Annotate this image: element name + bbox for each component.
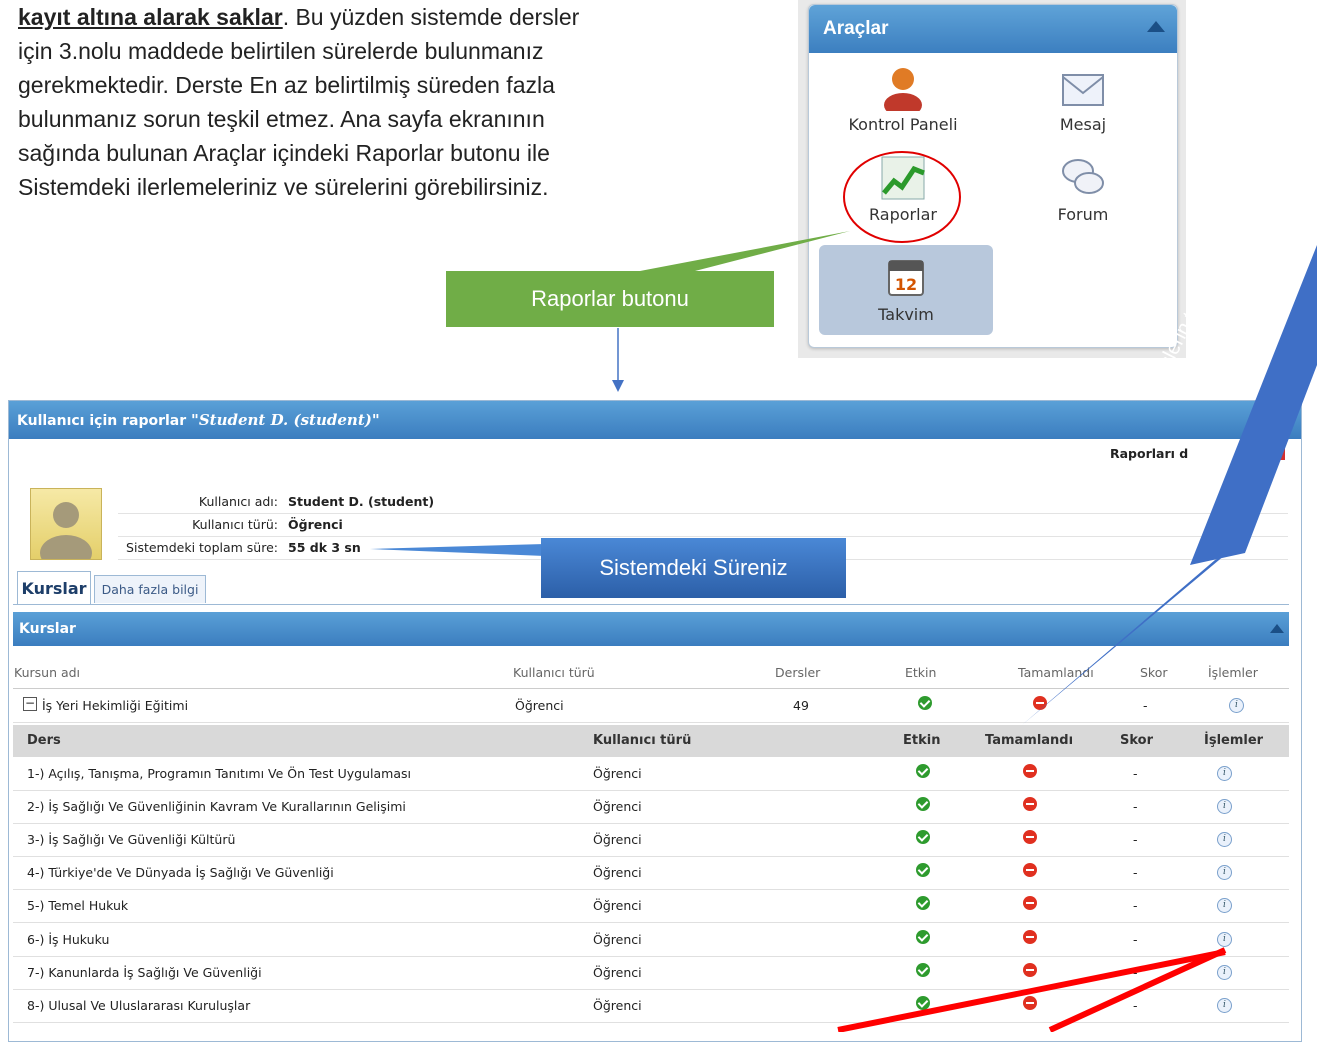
lesson-name: 1-) Açılış, Tanışma, Programın Tanıtımı … — [27, 766, 411, 781]
active-check-icon — [916, 896, 930, 911]
col-course-lessons[interactable]: Dersler — [775, 665, 820, 680]
document-paragraph: kayıt altına alarak saklar. Bu yüzden si… — [18, 0, 758, 204]
doc-line-1: kayıt altına alarak saklar. Bu yüzden si… — [18, 0, 758, 34]
active-check-icon — [916, 863, 930, 878]
col-lesson-active[interactable]: Etkin — [903, 733, 940, 748]
course-name: İş Yeri Hekimliği Eğitimi — [42, 698, 189, 713]
araclar-title: Araçlar — [823, 18, 889, 39]
tool-forum[interactable]: Forum — [1003, 155, 1163, 224]
doc-line-4: bulunmanız sorun teşkil etmez. Ana sayfa… — [18, 106, 545, 132]
collapse-icon[interactable] — [1147, 21, 1165, 32]
lesson-row: 2-) İş Sağlığı Ve Güvenliğinin Kavram Ve… — [13, 790, 1289, 825]
lesson-name: 7-) Kanunlarda İş Sağlığı Ve Güvenliği — [27, 964, 262, 980]
expand-toggle-icon[interactable]: − — [23, 697, 37, 711]
doc-line-5: sağında bulunan Araçlar içindeki Raporla… — [18, 140, 550, 166]
calendar-icon: 12 — [883, 255, 929, 301]
not-completed-icon — [1023, 896, 1037, 911]
user-icon — [880, 65, 926, 117]
doc-line-1-rest: . Bu yüzden sistemde dersler — [282, 4, 580, 30]
col-course-active[interactable]: Etkin — [905, 665, 936, 680]
lesson-row: 4-) Türkiye'de Ve Dünyada İş Sağlığı Ve … — [13, 856, 1289, 891]
not-completed-icon — [1023, 830, 1037, 845]
callout-diag-shape — [1022, 245, 1317, 725]
col-lesson-type[interactable]: Kullanıcı türü — [593, 733, 691, 748]
lesson-name: 4-) Türkiye'de Ve Dünyada İş Sağlığı Ve … — [27, 865, 334, 881]
col-lesson-name[interactable]: Ders — [27, 733, 61, 748]
total-time-value: 55 dk 3 sn — [288, 540, 361, 555]
col-course-name[interactable]: Kursun adı — [14, 665, 80, 680]
info-icon[interactable]: i — [1217, 766, 1232, 781]
callout-sistemdeki-sureniz: Sistemdeki Süreniz — [541, 538, 846, 598]
not-completed-icon — [1023, 797, 1037, 812]
lesson-row: 1-) Açılış, Tanışma, Programın Tanıtımı … — [13, 757, 1289, 791]
lesson-score: - — [1133, 865, 1138, 881]
username-label: Kullanıcı adı: — [198, 494, 278, 509]
reports-user: "Student D. (student)" — [191, 411, 380, 429]
lesson-type: Öğrenci — [593, 865, 642, 881]
lesson-name: 6-) İş Hukuku — [27, 931, 110, 947]
doc-line-3: gerekmektedir. Derste En az belirtilmiş … — [18, 72, 555, 98]
calendar-day: 12 — [895, 275, 917, 294]
active-check-icon — [916, 797, 930, 812]
lesson-score: - — [1133, 799, 1138, 815]
tab-kurslar[interactable]: Kurslar — [17, 571, 91, 605]
araclar-header: Araçlar — [809, 5, 1177, 53]
lesson-score: - — [1133, 832, 1138, 848]
tool-mesaj-label: Mesaj — [1059, 115, 1107, 134]
tool-takvim-label: Takvim — [878, 305, 934, 324]
lesson-row: 3-) İş Sağlığı Ve Güvenliği Kültürü Öğren… — [13, 823, 1289, 858]
active-check-icon — [918, 696, 932, 710]
info-icon[interactable]: i — [1217, 865, 1232, 881]
lesson-name: 5-) Temel Hukuk — [27, 898, 129, 914]
doc-line-2: için 3.nolu maddede belirtilen sürelerde… — [18, 38, 544, 64]
col-lesson-completed[interactable]: Tamamlandı — [985, 733, 1073, 748]
kurslar-title: Kurslar — [19, 621, 76, 637]
avatar — [30, 488, 102, 571]
tool-kontrol-label: Kontrol Paneli — [848, 115, 958, 134]
tab-daha-fazla-bilgi[interactable]: Daha fazla bilgi — [94, 575, 206, 603]
lesson-type: Öğrenci — [593, 997, 642, 1013]
lesson-name: 2-) İş Sağlığı Ve Güvenliğinin Kavram Ve… — [27, 799, 406, 815]
not-completed-icon — [1023, 764, 1037, 778]
lesson-type: Öğrenci — [593, 931, 642, 947]
info-icon[interactable]: i — [1217, 832, 1232, 848]
lesson-type: Öğrenci — [593, 766, 642, 781]
callout-pointer — [640, 231, 850, 271]
lesson-type: Öğrenci — [593, 799, 642, 815]
lesson-name: 8-) Ulusal Ve Uluslararası Kuruluşlar — [27, 997, 251, 1013]
username-value: Student D. (student) — [288, 494, 435, 509]
tool-mesaj[interactable]: Mesaj — [1003, 65, 1163, 134]
usertype-label: Kullanıcı türü: — [192, 517, 278, 532]
doc-line-6: Sistemdeki ilerlemeleriniz ve sürelerini… — [18, 174, 549, 200]
callout-sure-pointer — [370, 544, 545, 556]
col-course-type[interactable]: Kullanıcı türü — [513, 665, 595, 680]
lesson-score: - — [1133, 898, 1138, 914]
col-lesson-actions: İşlemler — [1204, 733, 1264, 748]
lesson-type: Öğrenci — [593, 964, 642, 980]
callout-raporlar-butonu: Raporlar butonu — [446, 271, 774, 327]
chat-bubbles-icon — [1060, 155, 1106, 201]
tool-forum-label: Forum — [1057, 205, 1109, 224]
lesson-name: 3-) İş Sağlığı Ve Güvenliği Kültürü — [27, 832, 236, 848]
not-completed-icon — [1023, 863, 1037, 878]
course-lessons: 49 — [793, 698, 809, 713]
reports-title: Kullanıcı için raporlar — [17, 413, 187, 429]
lesson-row: 5-) Temel Hukuk Öğrenci - i — [13, 889, 1289, 924]
active-check-icon — [916, 764, 930, 778]
red-arrows — [837, 947, 1227, 1032]
lesson-type: Öğrenci — [593, 832, 642, 848]
envelope-icon — [1060, 65, 1106, 111]
doc-bold-phrase: kayıt altına alarak saklar — [18, 4, 283, 30]
lesson-score: - — [1133, 766, 1138, 781]
info-icon[interactable]: i — [1217, 898, 1232, 914]
info-icon[interactable]: i — [1217, 799, 1232, 815]
down-arrow-icon — [612, 328, 624, 392]
lesson-type: Öğrenci — [593, 898, 642, 914]
active-check-icon — [916, 830, 930, 845]
total-time-label: Sistemdeki toplam süre: — [126, 540, 278, 555]
col-lesson-score[interactable]: Skor — [1120, 733, 1153, 748]
course-type: Öğrenci — [515, 698, 564, 713]
tool-kontrol-paneli[interactable]: Kontrol Paneli — [823, 65, 983, 134]
usertype-value: Öğrenci — [288, 517, 343, 532]
